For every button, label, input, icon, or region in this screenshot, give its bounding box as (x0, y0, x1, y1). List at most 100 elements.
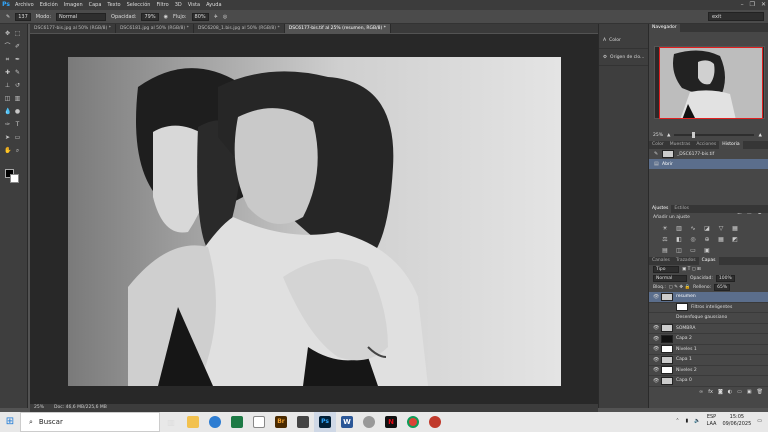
gradient-map-icon[interactable]: ▭ (689, 247, 697, 254)
tab-muestras[interactable]: Muestras (667, 141, 694, 149)
visibility-eye-icon[interactable]: 👁 (653, 357, 659, 363)
menu-vista[interactable]: Vista (185, 2, 203, 8)
word-icon[interactable]: W (336, 412, 358, 432)
netflix-icon[interactable]: N (380, 412, 402, 432)
layer-row[interactable]: 👁 Capa 1 (649, 355, 768, 366)
notification-icon[interactable]: ▭ (757, 418, 762, 424)
eyedropper-tool-icon[interactable]: ✒ (14, 56, 21, 63)
brightness-icon[interactable]: ☀ (661, 225, 669, 232)
windows-start-icon[interactable]: ⊞ (0, 412, 20, 432)
visibility-eye-icon[interactable]: 👁 (653, 378, 659, 384)
chrome-icon[interactable] (402, 412, 424, 432)
zoom-readout[interactable]: 25% (34, 404, 44, 412)
network-icon[interactable]: ▮ (686, 418, 689, 424)
layer-row[interactable]: 👁 Niveles 2 (649, 366, 768, 376)
visibility-eye-icon[interactable]: 👁 (653, 336, 659, 342)
color-balance-icon[interactable]: ⚖ (661, 236, 669, 243)
visibility-eye-icon[interactable]: 👁 (653, 325, 659, 331)
restore-button[interactable]: ❐ (750, 1, 755, 8)
posterize-icon[interactable]: ▤ (661, 247, 669, 254)
tab-adjustments[interactable]: Ajustes (649, 205, 672, 213)
type-tool-icon[interactable]: T (14, 121, 21, 128)
brush-tool-icon[interactable]: ✎ (14, 69, 21, 76)
tab-historia[interactable]: Historia (719, 141, 743, 149)
adjustment-layer-icon[interactable]: ◐ (728, 389, 732, 395)
gradient-tool-icon[interactable]: ▥ (14, 95, 21, 102)
path-select-tool-icon[interactable]: ➤ (4, 134, 11, 141)
background-color-swatch[interactable] (10, 174, 19, 183)
channel-mixer-icon[interactable]: ⊕ (703, 236, 711, 243)
pen-tool-icon[interactable]: ✑ (4, 121, 11, 128)
flow-input[interactable]: 80% (191, 12, 209, 21)
new-layer-icon[interactable]: ▣ (747, 389, 752, 395)
shape-tool-icon[interactable]: ▭ (14, 134, 21, 141)
document-tab[interactable]: DSC6208_1.bis.jpg al 50% (RGB/8) * (194, 24, 285, 33)
document-tab[interactable]: DSC6181.jpg al 50% (RGB/8) * (116, 24, 194, 33)
healing-tool-icon[interactable]: ✚ (4, 69, 11, 76)
menu-edici-n[interactable]: Edición (37, 2, 61, 8)
zoom-tool-icon[interactable]: ⌕ (14, 147, 21, 154)
folder-icon[interactable]: ▭ (737, 389, 742, 395)
camera-raw-icon[interactable] (292, 412, 314, 432)
history-brush-tool-icon[interactable]: ↺ (14, 82, 21, 89)
marquee-tool-icon[interactable]: ⬚ (14, 30, 21, 37)
history-state[interactable]: ▤ Abrir (649, 159, 768, 169)
airbrush-icon[interactable]: ✈ (214, 14, 218, 20)
file-explorer-icon[interactable] (182, 412, 204, 432)
excel-icon[interactable] (226, 412, 248, 432)
layer-row[interactable]: 👁 resumen (649, 292, 768, 303)
eraser-tool-icon[interactable]: ◫ (4, 95, 11, 102)
document-tab[interactable]: DSC6177-bis.jpg al 50% (RGB/8) * (30, 24, 116, 33)
clone-source-button[interactable]: ⚙ Origen de clo... (599, 49, 648, 66)
exposure-icon[interactable]: ◪ (703, 225, 711, 232)
language-indicator[interactable]: ESP LAA (707, 414, 717, 428)
document-tab[interactable]: DSC6177-bis.tif al 25% (resumen, RGB/8) … (284, 24, 391, 33)
app-icon[interactable] (424, 412, 446, 432)
mask-icon[interactable]: ◙ (718, 389, 723, 395)
task-view-icon[interactable]: ▥ (160, 412, 182, 432)
tab-capas[interactable]: Capas (698, 257, 719, 265)
color-lookup-icon[interactable]: ▦ (717, 236, 725, 243)
close-button[interactable]: ✕ (761, 1, 766, 8)
lock-icons[interactable]: ◻ ✎ ✥ 🔒 (669, 285, 690, 290)
delete-layer-icon[interactable]: 🗑 (757, 389, 763, 395)
vibrance-icon[interactable]: ▽ (717, 225, 725, 232)
fx-icon[interactable]: fx (708, 389, 713, 395)
visibility-eye-icon[interactable]: 👁 (653, 346, 659, 352)
workspace-select[interactable]: exit (708, 12, 764, 21)
menu-capa[interactable]: Capa (86, 2, 105, 8)
tab-acciones[interactable]: Acciones (693, 141, 719, 149)
blur-tool-icon[interactable]: 💧 (4, 108, 11, 115)
link-icon[interactable]: ∞ (699, 389, 703, 395)
photoshop-icon[interactable]: Ps (314, 412, 336, 432)
zoom-in-icon[interactable]: ▲ (758, 133, 761, 138)
layer-row[interactable]: 👁 SOMBRA (649, 324, 768, 334)
layer-row[interactable]: 👁 Capa 0 (649, 376, 768, 387)
brush-tool-icon[interactable]: ✎ (6, 14, 10, 20)
layer-row[interactable]: 👁 Capa 2 (649, 334, 768, 345)
visibility-eye-icon[interactable]: 👁 (653, 294, 659, 300)
threshold-icon[interactable]: ◫ (675, 247, 683, 254)
menu-selecci-n[interactable]: Selección (124, 2, 154, 8)
menu-archivo[interactable]: Archivo (12, 2, 37, 8)
layer-row[interactable]: Filtros inteligentes (649, 303, 768, 313)
layer-row[interactable]: Desenfoque gaussiano (649, 313, 768, 324)
minimize-button[interactable]: – (741, 1, 744, 8)
volume-icon[interactable]: 🔈 (694, 418, 700, 424)
hand-tool-icon[interactable]: ✋ (4, 147, 11, 154)
menu-ayuda[interactable]: Ayuda (203, 2, 224, 8)
crop-tool-icon[interactable]: ⌗ (4, 56, 11, 63)
app-icon[interactable] (358, 412, 380, 432)
clone-stamp-tool-icon[interactable]: ⊥ (4, 82, 11, 89)
edge-icon[interactable] (204, 412, 226, 432)
invert-icon[interactable]: ◩ (731, 236, 739, 243)
tab-trazados[interactable]: Trazados (673, 257, 699, 265)
pressure-size-icon[interactable]: ◎ (223, 14, 227, 20)
curves-icon[interactable]: ∿ (689, 225, 697, 232)
layer-row[interactable]: 👁 Niveles 1 (649, 345, 768, 355)
lasso-tool-icon[interactable]: ⌒ (4, 43, 11, 50)
layer-opacity-input[interactable]: 100% (715, 275, 735, 282)
pressure-opacity-icon[interactable]: ◉ (164, 14, 168, 20)
menu-imagen[interactable]: Imagen (61, 2, 86, 8)
menu-filtro[interactable]: Filtro (153, 2, 171, 8)
